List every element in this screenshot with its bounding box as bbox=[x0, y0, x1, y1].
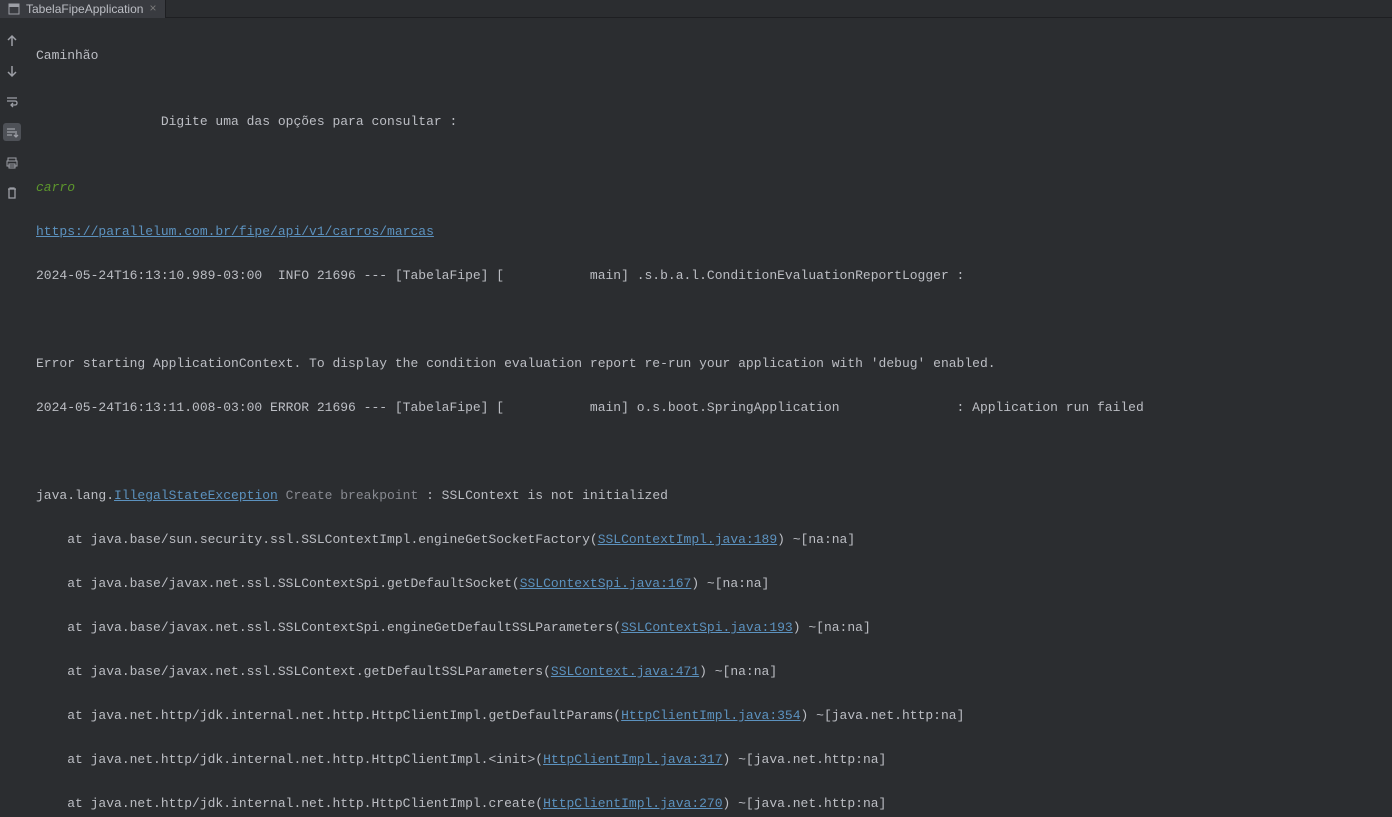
tab-run-config[interactable]: TabelaFipeApplication × bbox=[0, 0, 166, 18]
output-line bbox=[36, 309, 1380, 331]
scroll-to-end-icon[interactable] bbox=[3, 123, 21, 141]
source-link[interactable]: SSLContextSpi.java:193 bbox=[621, 620, 793, 635]
source-link[interactable]: SSLContextImpl.java:189 bbox=[598, 532, 777, 547]
scroll-up-icon[interactable] bbox=[4, 33, 20, 49]
source-link[interactable]: HttpClientImpl.java:317 bbox=[543, 752, 722, 767]
url-link[interactable]: https://parallelum.com.br/fipe/api/v1/ca… bbox=[36, 224, 434, 239]
trace-text: java.base/javax.net.ssl.SSLContextSpi.ge… bbox=[91, 576, 520, 591]
error-line: 2024-05-24T16:13:11.008-03:00 ERROR 2169… bbox=[36, 397, 1380, 419]
exception-message: : SSLContext is not initialized bbox=[426, 488, 668, 503]
output-line: Caminhão bbox=[36, 45, 1380, 67]
soft-wrap-icon[interactable] bbox=[4, 93, 20, 109]
trace-text: java.net.http/jdk.internal.net.http.Http… bbox=[91, 752, 543, 767]
trace-text: java.base/javax.net.ssl.SSLContextSpi.en… bbox=[91, 620, 622, 635]
output-line: Digite uma das opções para consultar : bbox=[36, 111, 1380, 133]
application-icon bbox=[8, 3, 20, 15]
tab-label: TabelaFipeApplication bbox=[26, 2, 143, 16]
console-output[interactable]: Caminhão Digite uma das opções para cons… bbox=[24, 18, 1392, 817]
print-icon[interactable] bbox=[4, 155, 20, 171]
close-icon[interactable]: × bbox=[149, 2, 156, 16]
scroll-down-icon[interactable] bbox=[4, 63, 20, 79]
trace-text: java.net.http/jdk.internal.net.http.Http… bbox=[91, 796, 543, 811]
source-link[interactable]: SSLContext.java:471 bbox=[551, 664, 699, 679]
source-link[interactable]: HttpClientImpl.java:270 bbox=[543, 796, 722, 811]
source-link[interactable]: SSLContextSpi.java:167 bbox=[520, 576, 692, 591]
exception-prefix: java.lang. bbox=[36, 488, 114, 503]
error-line: Error starting ApplicationContext. To di… bbox=[36, 353, 1380, 375]
output-line bbox=[36, 441, 1380, 463]
trace-text: java.base/sun.security.ssl.SSLContextImp… bbox=[91, 532, 598, 547]
log-info-line: 2024-05-24T16:13:10.989-03:00 INFO 21696… bbox=[36, 265, 1380, 287]
source-link[interactable]: HttpClientImpl.java:354 bbox=[621, 708, 800, 723]
user-input: carro bbox=[36, 180, 75, 195]
exception-link[interactable]: IllegalStateException bbox=[114, 488, 278, 503]
clear-icon[interactable] bbox=[4, 185, 20, 201]
console-gutter bbox=[0, 18, 24, 817]
trace-text: java.net.http/jdk.internal.net.http.Http… bbox=[91, 708, 622, 723]
tab-bar: TabelaFipeApplication × bbox=[0, 0, 1392, 18]
create-breakpoint-link[interactable]: Create breakpoint bbox=[278, 488, 426, 503]
trace-text: java.base/javax.net.ssl.SSLContext.getDe… bbox=[91, 664, 551, 679]
